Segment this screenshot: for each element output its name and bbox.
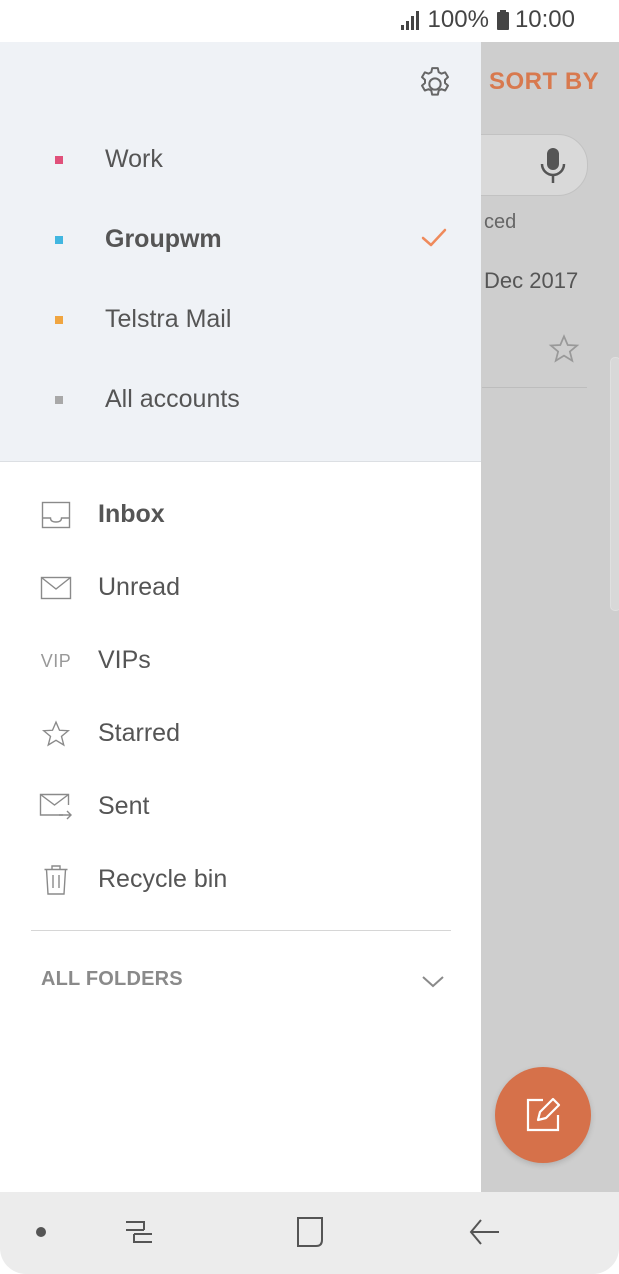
account-color-dot: [55, 316, 63, 324]
account-label: Groupwm: [105, 225, 222, 253]
account-color-dot: [55, 156, 63, 164]
folder-item-inbox[interactable]: Inbox: [0, 485, 481, 545]
account-label: Telstra Mail: [105, 305, 232, 333]
trash-icon: [38, 864, 74, 896]
nav-dot-indicator[interactable]: [36, 1227, 46, 1237]
accounts-panel: Work Groupwm Telstra Mail All accounts: [0, 42, 481, 462]
microphone-icon[interactable]: [537, 146, 569, 186]
folder-item-vips[interactable]: VIP VIPs: [0, 631, 481, 691]
all-folders-header[interactable]: ALL FOLDERS: [41, 968, 183, 991]
status-bar: 100% 10:00: [0, 0, 619, 42]
divider: [482, 387, 587, 388]
account-label: Work: [105, 145, 163, 173]
back-icon[interactable]: [465, 1214, 505, 1250]
envelope-icon: [38, 572, 74, 604]
clock: 10:00: [514, 6, 575, 33]
battery-icon: [496, 10, 509, 30]
divider: [31, 930, 451, 931]
folder-label: Inbox: [98, 500, 165, 528]
account-color-dot: [55, 396, 63, 404]
folder-item-sent[interactable]: Sent: [0, 777, 481, 837]
folder-label: Sent: [98, 792, 150, 820]
folder-label: Starred: [98, 719, 180, 747]
checkmark-icon: [421, 228, 447, 247]
navigation-drawer: Work Groupwm Telstra Mail All accounts I…: [0, 42, 481, 1192]
folder-label: Recycle bin: [98, 865, 228, 893]
folder-label: Unread: [98, 573, 180, 601]
account-color-dot: [55, 236, 63, 244]
email-snippet: ced: [484, 211, 517, 233]
system-nav-bar: [0, 1192, 619, 1274]
recent-apps-icon[interactable]: [118, 1214, 158, 1250]
account-item-groupwm[interactable]: Groupwm: [0, 205, 481, 275]
folder-item-starred[interactable]: Starred: [0, 704, 481, 764]
account-item-work[interactable]: Work: [0, 125, 481, 195]
account-label: All accounts: [105, 385, 240, 413]
home-icon[interactable]: [290, 1214, 330, 1250]
account-item-all-accounts[interactable]: All accounts: [0, 365, 481, 435]
settings-gear-icon[interactable]: [415, 64, 455, 104]
folder-label: VIPs: [98, 646, 151, 674]
star-icon: [38, 718, 74, 750]
chevron-down-icon[interactable]: [420, 973, 446, 991]
folder-item-recycle-bin[interactable]: Recycle bin: [0, 850, 481, 910]
battery-percent: 100%: [427, 6, 489, 33]
compose-icon: [526, 1097, 561, 1132]
signal-icon: [400, 11, 419, 30]
account-item-telstra-mail[interactable]: Telstra Mail: [0, 285, 481, 355]
folder-item-unread[interactable]: Unread: [0, 558, 481, 618]
inbox-icon: [38, 499, 74, 531]
sent-icon: [38, 791, 74, 823]
vip-icon: VIP: [40, 650, 72, 671]
compose-button[interactable]: [495, 1067, 591, 1163]
star-icon[interactable]: [547, 333, 581, 365]
email-date: Dec 2017: [484, 268, 579, 293]
sort-by-button[interactable]: SORT BY: [489, 68, 599, 96]
scrollbar[interactable]: [610, 357, 619, 611]
